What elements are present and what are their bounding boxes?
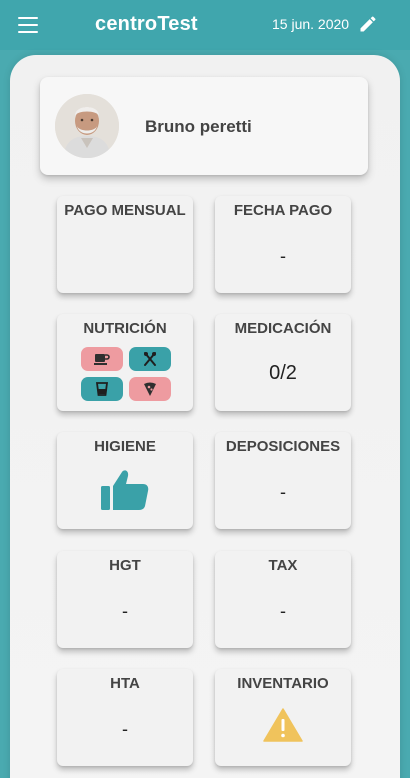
app-bar: centroTest 15 jun. 2020 — [0, 0, 410, 50]
medicacion-tile[interactable]: MEDICACIÓN 0/2 — [215, 314, 351, 411]
cup-icon[interactable] — [81, 377, 123, 401]
tax-tile[interactable]: TAX - — [215, 551, 351, 648]
deposiciones-value: - — [280, 482, 286, 502]
deposiciones-title: DEPOSICIONES — [225, 438, 341, 455]
hgt-tile[interactable]: HGT - — [57, 551, 193, 648]
medicacion-value: 0/2 — [269, 362, 297, 384]
resident-name: Bruno peretti — [145, 117, 252, 136]
hta-value: - — [122, 719, 128, 739]
hta-title: HTA — [110, 675, 140, 692]
nutrition-meals-grid — [81, 347, 171, 401]
deposiciones-tile[interactable]: DEPOSICIONES - — [215, 432, 351, 529]
inventario-tile[interactable]: INVENTARIO — [215, 669, 351, 766]
fecha-pago-value: - — [280, 246, 286, 266]
avatar — [55, 94, 119, 158]
edit-pencil-icon[interactable] — [358, 14, 378, 34]
pizza-icon[interactable] — [129, 377, 171, 401]
fecha-pago-tile[interactable]: FECHA PAGO - — [215, 196, 351, 293]
hta-tile[interactable]: HTA - — [57, 669, 193, 766]
menu-icon[interactable] — [18, 17, 38, 33]
coffee-icon[interactable] — [81, 347, 123, 371]
resident-profile-card[interactable]: Bruno peretti — [40, 77, 368, 175]
pago-mensual-tile[interactable]: PAGO MENSUAL — [57, 196, 193, 293]
nutricion-tile[interactable]: NUTRICIÓN — [57, 314, 193, 411]
hgt-value: - — [122, 601, 128, 621]
inventario-title: INVENTARIO — [237, 675, 329, 692]
fecha-pago-title: FECHA PAGO — [233, 202, 333, 219]
cutlery-icon[interactable] — [129, 347, 171, 371]
pago-mensual-title: PAGO MENSUAL — [64, 202, 186, 219]
medicacion-title: MEDICACIÓN — [234, 320, 332, 337]
warning-icon — [215, 708, 351, 742]
higiene-title: HIGIENE — [94, 438, 156, 455]
higiene-tile[interactable]: HIGIENE — [57, 432, 193, 529]
tax-title: TAX — [268, 557, 298, 574]
app-title: centroTest — [95, 13, 198, 35]
thumbs-up-icon — [57, 468, 193, 512]
date-label: 15 jun. 2020 — [272, 16, 350, 32]
tax-value: - — [280, 601, 286, 621]
hgt-title: HGT — [109, 557, 141, 574]
nutricion-title: NUTRICIÓN — [83, 320, 167, 337]
